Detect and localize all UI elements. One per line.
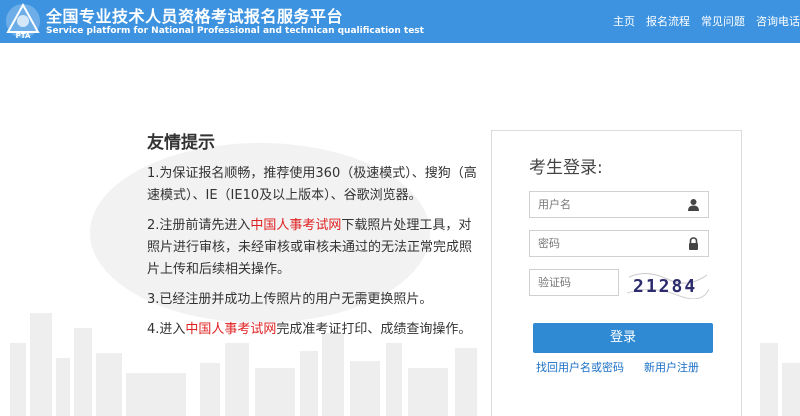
tip-2-pre: 2.注册前请先进入: [147, 218, 251, 233]
tip-4-pre: 4.进入: [147, 322, 186, 337]
register-link[interactable]: 新用户注册: [644, 359, 699, 375]
tip-4-post: 完成准考证打印、成绩查询操作。: [276, 322, 472, 337]
pta-logo: PTA: [6, 2, 40, 40]
tips-title: 友情提示: [147, 133, 215, 153]
username-input[interactable]: [530, 192, 680, 217]
top-nav: 主页 报名流程 常见问题 咨询电话: [602, 13, 800, 29]
site-title: 全国专业技术人员资格考试报名服务平台: [46, 7, 344, 26]
login-panel: 考生登录: 21284 登录 找回用户名或密码 新用户注册: [491, 130, 742, 416]
password-field: [529, 230, 709, 257]
top-header: PTA 全国专业技术人员资格考试报名服务平台 Service platform …: [0, 0, 800, 43]
nav-contact[interactable]: 咨询电话: [756, 15, 800, 28]
captcha-field: [529, 269, 619, 296]
tip-4: 4.进入中国人事考试网完成准考证打印、成绩查询操作。: [147, 319, 477, 341]
login-button[interactable]: 登录: [533, 323, 713, 353]
password-input[interactable]: [530, 231, 680, 256]
friendly-tips: 友情提示 1.为保证报名顺畅，推荐使用360（极速模式）、搜狗（高速模式）、IE…: [147, 128, 477, 349]
login-links: 找回用户名或密码 新用户注册: [536, 359, 716, 375]
tip-1: 1.为保证报名顺畅，推荐使用360（极速模式）、搜狗（高速模式）、IE（IE10…: [147, 166, 477, 203]
login-title: 考生登录:: [529, 158, 603, 178]
user-icon: [688, 199, 699, 211]
captcha-input[interactable]: [530, 270, 616, 295]
tip-3: 3.已经注册并成功上传照片的用户无需更换照片。: [147, 292, 433, 307]
forgot-link[interactable]: 找回用户名或密码: [536, 361, 624, 374]
cpta-link-1[interactable]: 中国人事考试网: [250, 218, 341, 233]
tip-2: 2.注册前请先进入中国人事考试网下载照片处理工具，对照片进行审核，未经审核或审核…: [147, 215, 477, 281]
captcha-image[interactable]: 21284: [627, 267, 709, 299]
nav-faq[interactable]: 常见问题: [701, 15, 745, 28]
cpta-link-2[interactable]: 中国人事考试网: [185, 322, 276, 337]
logo-text: PTA: [16, 32, 31, 40]
nav-home[interactable]: 主页: [613, 15, 635, 28]
lock-icon: [689, 237, 698, 250]
captcha-text: 21284: [633, 276, 697, 297]
username-field: [529, 191, 709, 218]
nav-process[interactable]: 报名流程: [646, 15, 690, 28]
site-subtitle: Service platform for National Profession…: [46, 26, 424, 36]
